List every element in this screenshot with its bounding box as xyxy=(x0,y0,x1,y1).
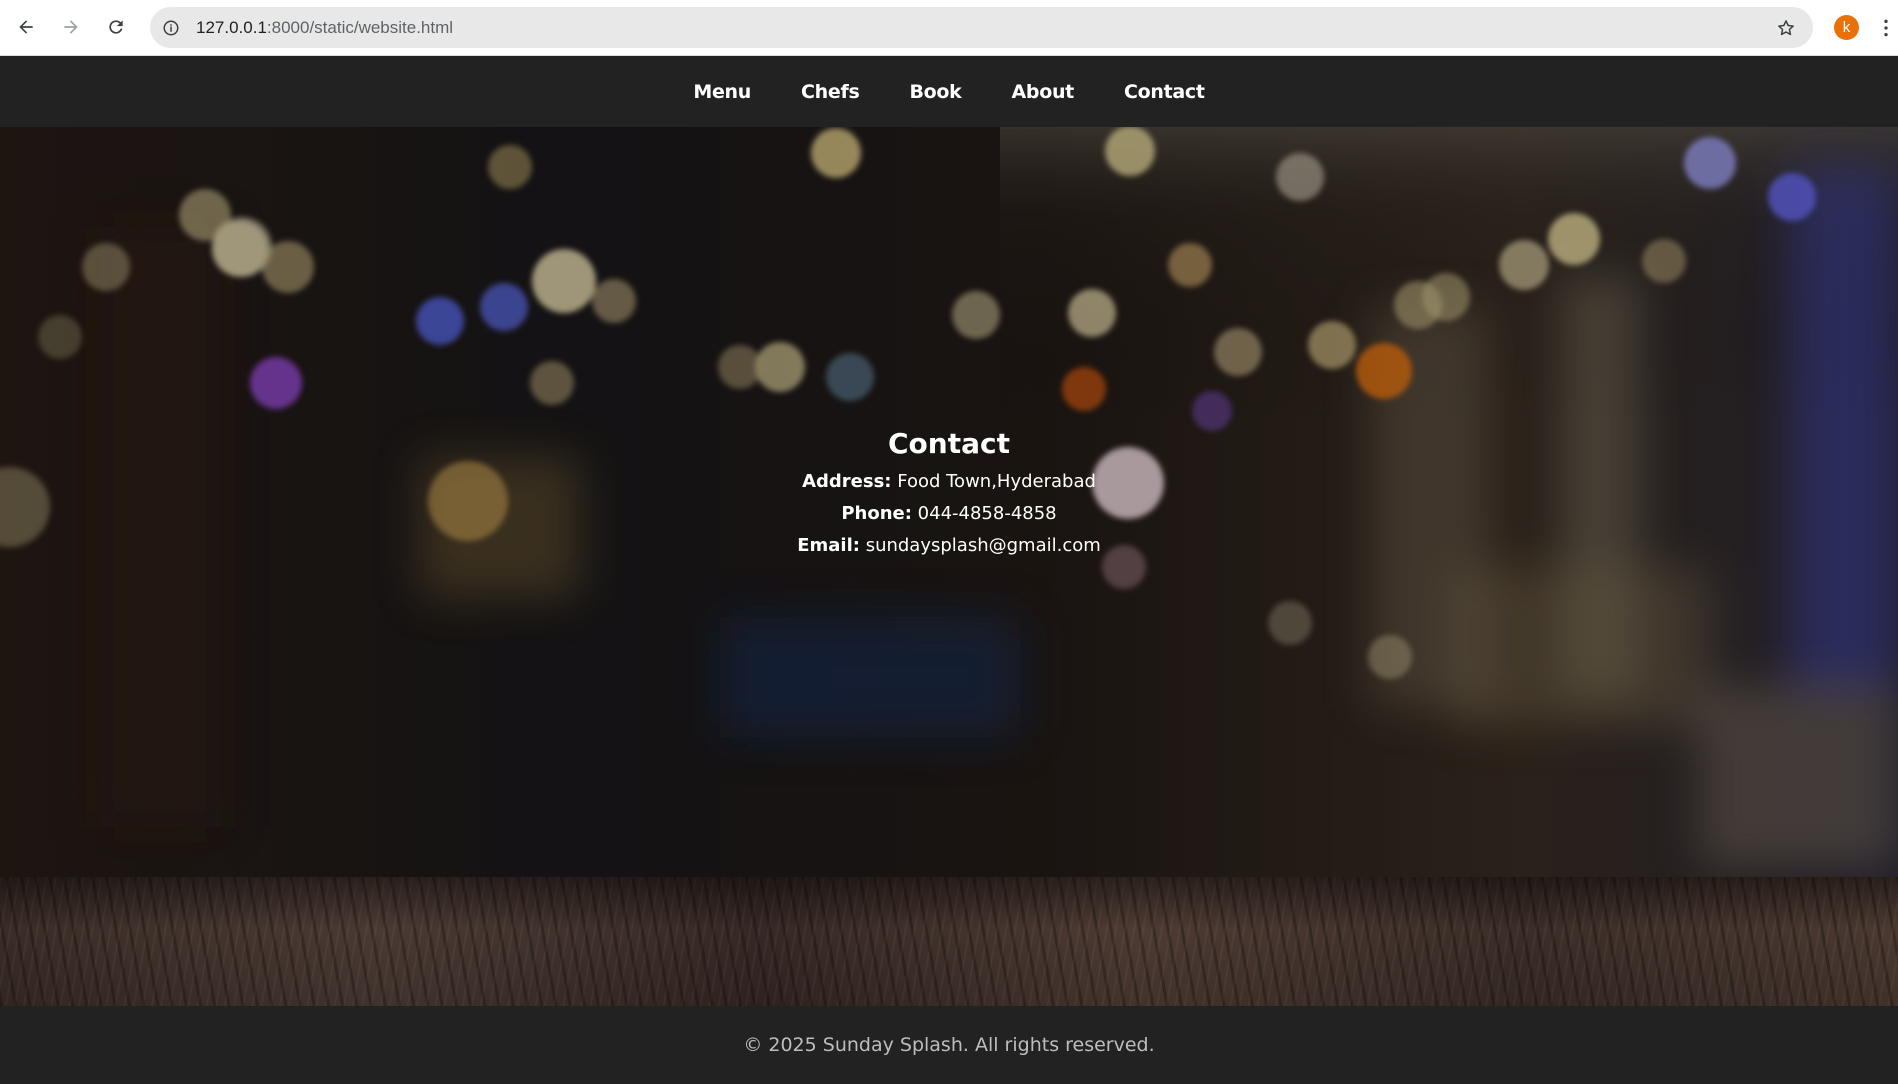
back-button[interactable] xyxy=(9,10,43,44)
more-vert-icon[interactable] xyxy=(1880,14,1892,42)
url-text[interactable]: 127.0.0.1:8000/static/website.html xyxy=(196,7,453,48)
page-footer: © 2025 Sunday Splash. All rights reserve… xyxy=(0,1006,1898,1084)
phone-value: 044-4858-4858 xyxy=(917,503,1057,524)
forward-button[interactable] xyxy=(54,10,88,44)
copyright-text: © 2025 Sunday Splash. All rights reserve… xyxy=(743,1034,1155,1056)
bokeh-background-image xyxy=(0,127,1898,877)
contact-heading: Contact xyxy=(888,427,1010,460)
site-navigation: Menu Chefs Book About Contact xyxy=(0,57,1898,127)
email-value: sundaysplash@gmail.com xyxy=(865,535,1101,556)
contact-address: Address: Food Town,Hyderabad xyxy=(0,471,1898,492)
browser-toolbar: 127.0.0.1:8000/static/website.html k xyxy=(0,0,1898,56)
forward-arrow-icon xyxy=(64,20,78,34)
address-value: Food Town,Hyderabad xyxy=(897,471,1096,492)
bookmark-star-icon[interactable] xyxy=(1775,17,1797,39)
nav-link-book[interactable]: Book xyxy=(909,81,961,103)
url-host: 127.0.0.1 xyxy=(196,18,267,37)
email-label: Email: xyxy=(797,535,860,556)
nav-link-contact[interactable]: Contact xyxy=(1124,81,1205,103)
wooden-table-surface xyxy=(0,877,1898,1006)
address-label: Address: xyxy=(802,471,892,492)
profile-avatar[interactable]: k xyxy=(1834,15,1859,40)
reload-button[interactable] xyxy=(99,10,133,44)
nav-link-about[interactable]: About xyxy=(1011,81,1074,103)
url-path: :8000/static/website.html xyxy=(266,18,454,37)
contact-hero: Contact Address: Food Town,Hyderabad Pho… xyxy=(0,127,1898,1006)
contact-email: Email: sundaysplash@gmail.com xyxy=(0,535,1898,556)
address-bar[interactable]: 127.0.0.1:8000/static/website.html xyxy=(150,7,1813,48)
phone-label: Phone: xyxy=(841,503,912,524)
nav-link-menu[interactable]: Menu xyxy=(693,81,751,103)
contact-phone: Phone: 044-4858-4858 xyxy=(0,503,1898,524)
reload-icon xyxy=(109,20,123,34)
site-info-icon[interactable] xyxy=(160,17,181,38)
nav-link-chefs[interactable]: Chefs xyxy=(801,81,860,103)
back-arrow-icon xyxy=(19,20,33,34)
